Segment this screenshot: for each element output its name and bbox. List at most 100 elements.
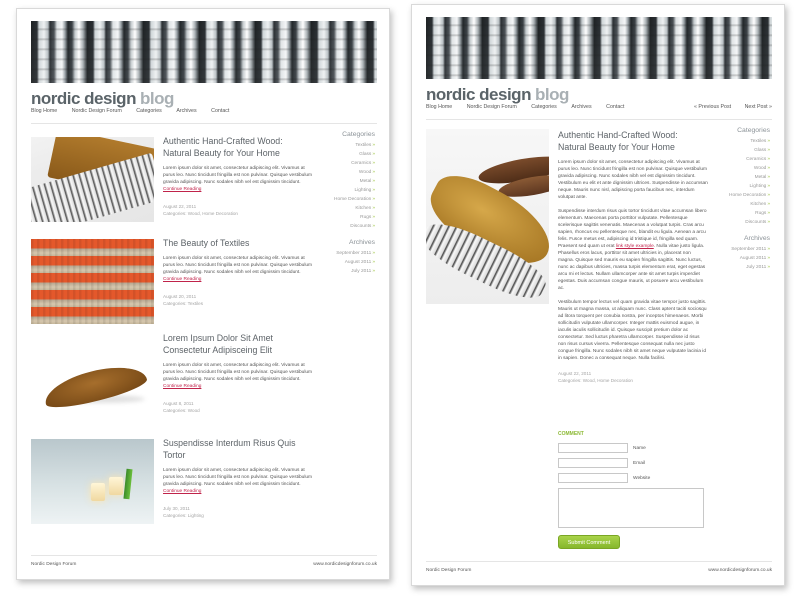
footer-url-link[interactable]: www.nordicdesignforum.co.uk xyxy=(708,568,772,573)
footer-url-link[interactable]: www.nordicdesignforum.co.uk xyxy=(313,562,377,567)
website-label: Website xyxy=(633,475,651,481)
email-input[interactable] xyxy=(558,458,628,468)
post-date: July 30, 2011 xyxy=(163,506,190,511)
post-excerpt: Lorem ipsum dolor sit amet, consectetur … xyxy=(163,166,313,185)
category-link[interactable]: Textiles» xyxy=(305,141,375,150)
nav-archives[interactable]: Archives xyxy=(176,108,196,114)
post-image-wood[interactable] xyxy=(31,137,154,222)
category-link[interactable]: Rugs» xyxy=(700,209,770,218)
post-title[interactable]: The Beauty of Textiles xyxy=(163,237,313,249)
article-title: Authentic Hand-Crafted Wood: Natural Bea… xyxy=(558,130,678,152)
category-link[interactable]: Discounts» xyxy=(305,222,375,231)
email-label: Email xyxy=(633,460,645,466)
name-label: Name xyxy=(633,445,646,451)
comment-form: COMMENT Name Email Website Submit Commen… xyxy=(558,431,718,549)
continue-reading-link[interactable]: Continue Reading xyxy=(163,489,201,494)
post-preview: Authentic Hand-Crafted Wood: Natural Bea… xyxy=(163,135,313,217)
post-image-textile[interactable] xyxy=(31,239,154,324)
post-date: August 20, 2011 xyxy=(163,294,197,299)
article-body: Authentic Hand-Crafted Wood: Natural Bea… xyxy=(558,129,708,384)
footer-forum-link[interactable]: Nordic Design Forum xyxy=(31,562,76,567)
category-link[interactable]: Glass» xyxy=(700,146,770,155)
site-logo[interactable]: nordic design blog xyxy=(426,85,569,105)
nav-blog-home[interactable]: Blog Home xyxy=(31,108,57,114)
article-paragraph: Lorem ipsum dolor sit amet, consectetur … xyxy=(558,160,708,200)
category-link[interactable]: Discounts» xyxy=(700,218,770,227)
blog-home-page: nordic design blog Blog Home Nordic Desig… xyxy=(16,8,390,580)
comment-textarea[interactable] xyxy=(558,488,704,528)
next-post-link[interactable]: Next Post » xyxy=(745,104,772,110)
archives-heading: Archives xyxy=(743,235,770,242)
post-excerpt: Lorem ipsum dolor sit amet, consectetur … xyxy=(163,256,313,275)
category-link[interactable]: Textiles» xyxy=(700,137,770,146)
category-link[interactable]: Home Decoration» xyxy=(305,195,375,204)
post-title[interactable]: Suspendisse Interdum Risus Quis Tortor xyxy=(163,437,313,461)
continue-reading-link[interactable]: Continue Reading xyxy=(163,384,201,389)
nav-forum[interactable]: Nordic Design Forum xyxy=(72,108,122,114)
site-logo[interactable]: nordic design blog xyxy=(31,89,174,109)
article-paragraph: Vestibulum tempor lectus vel quam gravid… xyxy=(558,300,707,361)
continue-reading-link[interactable]: Continue Reading xyxy=(163,277,201,282)
archive-link[interactable]: August 2011» xyxy=(700,254,770,263)
nav-blog-home[interactable]: Blog Home xyxy=(426,104,452,110)
post-title[interactable]: Lorem Ipsum Dolor Sit Amet Consectetur A… xyxy=(163,332,313,356)
category-link[interactable]: Ceramics» xyxy=(305,159,375,168)
nav-forum[interactable]: Nordic Design Forum xyxy=(467,104,517,110)
category-link[interactable]: Kitchen» xyxy=(305,204,375,213)
nav-categories[interactable]: Categories xyxy=(531,104,557,110)
website-input[interactable] xyxy=(558,473,628,483)
category-link[interactable]: Kitchen» xyxy=(700,200,770,209)
footer-forum-link[interactable]: Nordic Design Forum xyxy=(426,568,471,573)
category-link[interactable]: Metal» xyxy=(305,177,375,186)
comment-heading: COMMENT xyxy=(558,431,584,437)
nav-archives[interactable]: Archives xyxy=(571,104,591,110)
category-link[interactable]: Glass» xyxy=(305,150,375,159)
post-excerpt: Lorem ipsum dolor sit amet, consectetur … xyxy=(163,468,313,487)
sidebar: Categories Textiles» Glass» Ceramics» Wo… xyxy=(305,131,375,284)
post-image-leaf-bowl[interactable] xyxy=(31,339,154,424)
site-footer: Nordic Design Forum www.nordicdesignforu… xyxy=(426,561,772,573)
archive-link[interactable]: July 2011» xyxy=(700,263,770,272)
category-link[interactable]: Ceramics» xyxy=(700,155,770,164)
archive-link[interactable]: September 2011» xyxy=(700,245,770,254)
category-link[interactable]: Lighting» xyxy=(700,182,770,191)
nav-categories[interactable]: Categories xyxy=(136,108,162,114)
birch-banner-image xyxy=(31,21,377,83)
nav-contact[interactable]: Contact xyxy=(606,104,624,110)
nav-contact[interactable]: Contact xyxy=(211,108,229,114)
continue-reading-link[interactable]: Continue Reading xyxy=(163,187,201,192)
archives-list: September 2011» August 2011» July 2011» xyxy=(305,249,375,276)
category-link[interactable]: Wood» xyxy=(700,164,770,173)
logo-text-primary: nordic design xyxy=(31,89,136,108)
archive-link[interactable]: July 2011» xyxy=(305,267,375,276)
post-title[interactable]: Authentic Hand-Crafted Wood: Natural Bea… xyxy=(163,135,313,159)
post-preview: Suspendisse Interdum Risus Quis Tortor L… xyxy=(163,437,313,519)
category-link[interactable]: Home Decoration» xyxy=(700,191,770,200)
main-nav: Blog Home Nordic Design Forum Categories… xyxy=(426,104,772,120)
category-link[interactable]: Rugs» xyxy=(305,213,375,222)
category-link[interactable]: Wood» xyxy=(305,168,375,177)
categories-heading: Categories xyxy=(342,131,375,138)
article-date: August 22, 2011 xyxy=(558,371,592,376)
inline-link[interactable]: link style example xyxy=(616,244,654,249)
previous-post-link[interactable]: « Previous Post xyxy=(694,104,731,110)
article-categories: Categories: Wood, Home Decoration xyxy=(558,378,633,383)
archive-link[interactable]: August 2011» xyxy=(305,258,375,267)
category-link[interactable]: Lighting» xyxy=(305,186,375,195)
post-preview: Lorem Ipsum Dolor Sit Amet Consectetur A… xyxy=(163,332,313,414)
single-post-page: nordic design blog Blog Home Nordic Desig… xyxy=(411,4,785,586)
post-image-candles[interactable] xyxy=(31,439,154,524)
categories-list: Textiles» Glass» Ceramics» Wood» Metal» … xyxy=(305,141,375,231)
article-image-wood xyxy=(426,129,549,304)
submit-comment-button[interactable]: Submit Comment xyxy=(558,535,620,549)
logo-text-secondary: blog xyxy=(139,89,174,108)
sidebar: Categories Textiles» Glass» Ceramics» Wo… xyxy=(700,127,770,280)
site-footer: Nordic Design Forum www.nordicdesignforu… xyxy=(31,555,377,567)
name-input[interactable] xyxy=(558,443,628,453)
category-link[interactable]: Metal» xyxy=(700,173,770,182)
post-categories: Categories: Wood, Home Decoration xyxy=(163,211,238,216)
logo-text-secondary: blog xyxy=(534,85,569,104)
archives-heading: Archives xyxy=(348,239,375,246)
archives-list: September 2011» August 2011» July 2011» xyxy=(700,245,770,272)
archive-link[interactable]: September 2011» xyxy=(305,249,375,258)
